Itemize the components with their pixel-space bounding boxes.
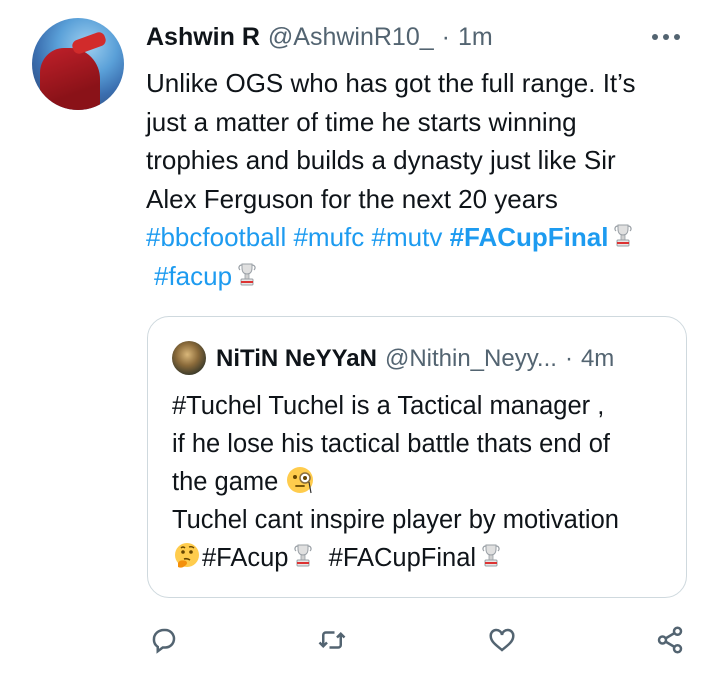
separator-dot: · [441, 22, 450, 51]
quoted-line: the game [172, 463, 672, 501]
quoted-line: Tuchel cant inspire player by motivation [172, 506, 619, 534]
quoted-tweet[interactable]: NiTiN NeYYaN @Nithin_Neyy... · 4m #Tuche… [147, 316, 687, 598]
hashtag-link[interactable]: #mufc [293, 222, 364, 252]
avatar-figure-arm [70, 30, 108, 56]
tweet-text: Unlike OGS who has got the full range. I… [146, 64, 696, 295]
quoted-line-text: the game [172, 468, 279, 496]
author-handle[interactable]: @AshwinR10_ [268, 23, 434, 52]
thinking-face-icon [172, 541, 202, 571]
tweet-line: Unlike OGS who has got the full range. I… [146, 68, 636, 98]
reply-icon[interactable] [146, 622, 182, 658]
quoted-tweet-time: 4m [580, 345, 615, 372]
hashtag-link[interactable]: #bbcfootball [146, 222, 286, 252]
tweet-line: just a matter of time he starts winning [146, 106, 577, 137]
tweet-line: trophies and builds a dynasty just like … [146, 145, 616, 175]
hashtag-link[interactable]: #FACupFinal [450, 222, 609, 252]
quoted-tweet-header: NiTiN NeYYaN @Nithin_Neyy... · 4m [216, 341, 614, 377]
quoted-hashtag-line: #FAcup #FACupFinal [172, 539, 672, 577]
quoted-author-avatar[interactable] [172, 341, 206, 375]
hashtag-link[interactable]: #mutv [372, 222, 443, 252]
author-name[interactable]: Ashwin R [146, 23, 260, 52]
author-avatar[interactable] [32, 18, 124, 110]
quoted-hashtag: #FACupFinal [328, 544, 477, 572]
avatar-figure [40, 48, 100, 110]
hashtag-line: #bbcfootball #mufc #mutv #FACupFinal [146, 218, 696, 257]
tweet-header: Ashwin R @AshwinR10_ · 1m [146, 22, 493, 52]
fa-cup-trophy-icon [612, 222, 634, 250]
fa-cup-trophy-icon [292, 542, 314, 570]
fa-cup-trophy-icon [480, 542, 502, 570]
like-icon[interactable] [484, 622, 520, 658]
separator-dot: · [564, 345, 573, 372]
quoted-author-handle: @Nithin_Neyy... [384, 345, 557, 372]
tweet-line: Alex Ferguson for the next 20 years [146, 183, 558, 214]
fa-cup-trophy-icon [236, 261, 258, 289]
monocle-face-icon [285, 465, 315, 495]
quoted-tweet-text: #Tuchel Tuchel is a Tactical manager , i… [172, 387, 672, 577]
quoted-line: if he lose his tactical battle thats end… [172, 430, 611, 458]
quoted-author-name: NiTiN NeYYaN [216, 345, 377, 372]
retweet-icon[interactable] [314, 622, 350, 658]
quoted-hashtag: #FAcup [202, 544, 289, 572]
tweet-time[interactable]: 1m [458, 23, 493, 52]
share-icon[interactable] [652, 622, 688, 658]
tweet-actions [0, 622, 720, 662]
hashtag-link[interactable]: #facup [154, 261, 232, 291]
hashtag-line: #facup [146, 257, 696, 296]
quoted-line: #Tuchel Tuchel is a Tactical manager , [172, 392, 605, 420]
more-options-icon[interactable] [652, 34, 680, 40]
